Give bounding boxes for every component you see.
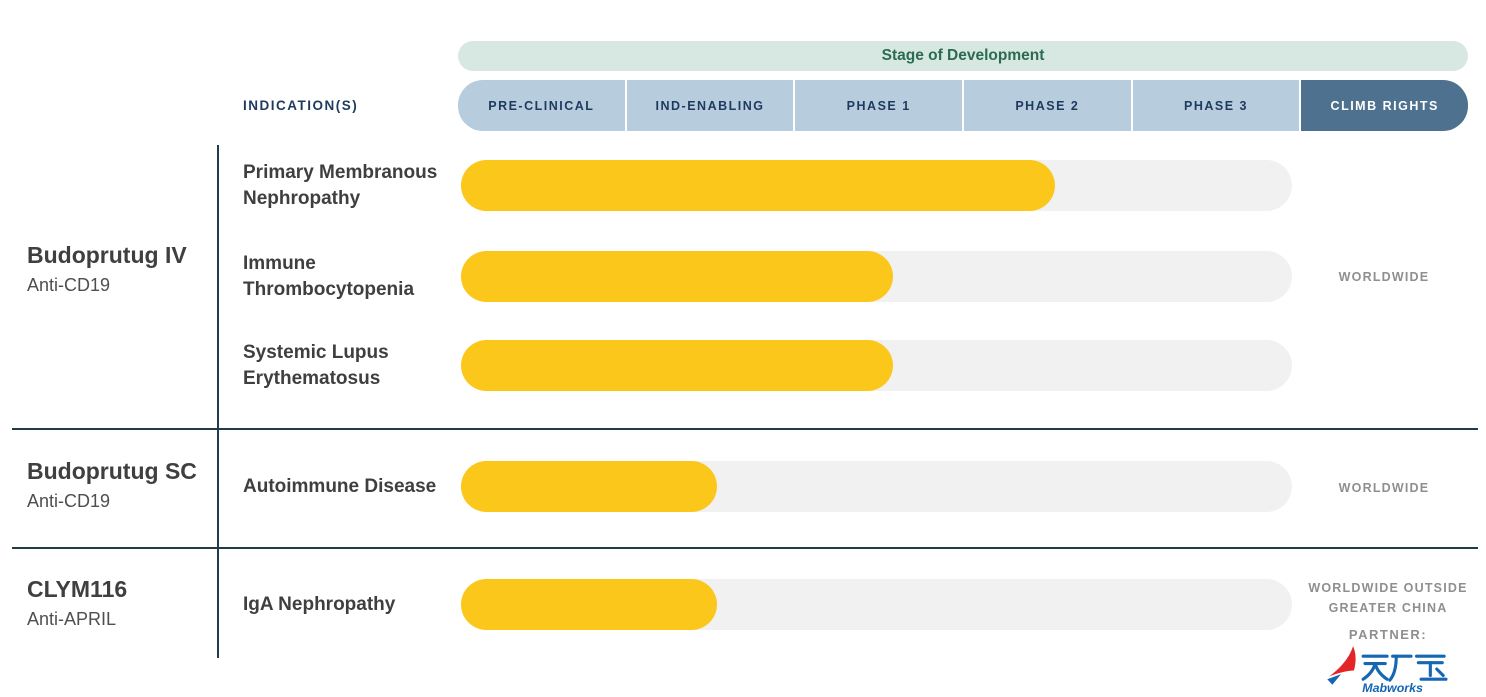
- progress-track: [461, 579, 1292, 630]
- group-divider-1: [12, 428, 1478, 430]
- logo-cjk-glyphs-icon: [1363, 656, 1446, 680]
- progress-track: [461, 461, 1292, 512]
- progress-track: [461, 340, 1292, 391]
- stage-col-phase-1: PHASE 1: [795, 80, 962, 131]
- progress-fill: [461, 251, 893, 302]
- logo-sail-icon: [1329, 646, 1356, 676]
- stage-col-ind-enabling: IND-ENABLING: [627, 80, 794, 131]
- indication-label: Autoimmune Disease: [243, 473, 465, 499]
- stage-col-phase-2: PHASE 2: [964, 80, 1131, 131]
- progress-fill: [461, 160, 1055, 211]
- progress-fill: [461, 340, 893, 391]
- indication-label: Primary Membranous Nephropathy: [243, 159, 465, 211]
- rights-label-budoprutug-sc: WORLDWIDE: [1299, 481, 1469, 495]
- pipeline-row-autoimmune: Autoimmune Disease: [0, 461, 1486, 512]
- pipeline-chart: Stage of Development INDICATION(S) PRE-C…: [0, 0, 1486, 697]
- logo-latin-text: Mabworks: [1362, 681, 1423, 695]
- indication-label: Immune Thrombocytopenia: [243, 250, 465, 302]
- indications-column-header: INDICATION(S): [243, 80, 358, 131]
- rights-label-budoprutug-iv: WORLDWIDE: [1299, 270, 1469, 284]
- stage-banner-label: Stage of Development: [882, 47, 1045, 65]
- stage-col-phase-3: PHASE 3: [1133, 80, 1300, 131]
- mabworks-logo-graphic: Mabworks: [1319, 645, 1457, 695]
- mabworks-logo: Mabworks: [1319, 645, 1457, 697]
- climb-rights-column: CLIMB RIGHTS: [1301, 80, 1468, 131]
- progress-track: [461, 251, 1292, 302]
- logo-sail-foot-icon: [1327, 674, 1341, 685]
- pipeline-row-pmn: Primary Membranous Nephropathy: [0, 160, 1486, 211]
- indication-label: IgA Nephropathy: [243, 591, 465, 617]
- progress-fill: [461, 461, 717, 512]
- group-divider-2: [12, 547, 1478, 549]
- stage-of-development-banner: Stage of Development: [458, 41, 1468, 71]
- partner-label: PARTNER:: [1292, 627, 1484, 642]
- rights-block-clym116: WORLDWIDE OUTSIDE GREATER CHINA PARTNER:…: [1292, 578, 1484, 697]
- pipeline-row-iga: IgA Nephropathy: [0, 579, 1486, 630]
- progress-fill: [461, 579, 717, 630]
- stage-col-pre-clinical: PRE-CLINICAL: [458, 80, 625, 131]
- rights-label-clym116: WORLDWIDE OUTSIDE GREATER CHINA: [1295, 578, 1481, 618]
- stage-header-row: PRE-CLINICAL IND-ENABLING PHASE 1 PHASE …: [458, 80, 1468, 131]
- pipeline-row-sle: Systemic Lupus Erythematosus: [0, 340, 1486, 391]
- indication-label: Systemic Lupus Erythematosus: [243, 339, 465, 391]
- progress-track: [461, 160, 1292, 211]
- pipeline-row-itp: Immune Thrombocytopenia: [0, 251, 1486, 302]
